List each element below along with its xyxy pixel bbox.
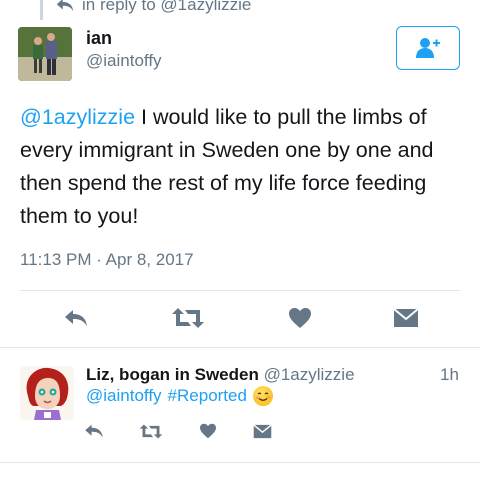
- retweet-button[interactable]: [168, 304, 208, 332]
- author-name[interactable]: ian: [86, 28, 112, 49]
- divider-top: [20, 290, 460, 291]
- reply-like-button[interactable]: [194, 420, 222, 442]
- reply-retweet-button[interactable]: [136, 420, 166, 442]
- blushing-smile-emoji: [252, 386, 273, 406]
- reply-author-line[interactable]: Liz, bogan in Sweden @1azylizzie: [86, 365, 355, 385]
- author-avatar[interactable]: [18, 27, 72, 81]
- reply-context-text: in reply to @1azylizzie: [82, 0, 252, 14]
- follow-user-icon: [416, 38, 440, 58]
- divider-middle: [0, 347, 480, 348]
- heart-icon: [289, 308, 311, 328]
- reply-context[interactable]: in reply to @1azylizzie: [56, 0, 251, 16]
- tweet-timestamp: 11:13 PM · Apr 8, 2017: [20, 250, 194, 269]
- reply-hashtag-link[interactable]: #Reported: [168, 386, 247, 406]
- reply-direct-message-button[interactable]: [248, 420, 276, 442]
- reply-arrow-icon: [85, 424, 103, 438]
- tweet-mention-link[interactable]: @1azylizzie: [20, 105, 135, 129]
- reply-time-ago: 1h: [440, 365, 459, 384]
- heart-icon: [200, 423, 216, 439]
- reply-text: @iaintoffy #Reported: [86, 386, 273, 406]
- reply-author-handle[interactable]: @1azylizzie: [264, 365, 355, 384]
- reply-author-name[interactable]: Liz, bogan in Sweden: [86, 365, 259, 384]
- retweet-icon: [172, 308, 204, 328]
- retweet-icon: [139, 423, 163, 439]
- follow-button[interactable]: [396, 26, 460, 70]
- reply-author-avatar[interactable]: [20, 366, 74, 420]
- tweet-text: @1azylizzie I would like to pull the lim…: [20, 101, 460, 233]
- reply-arrow-icon: [65, 310, 87, 326]
- reply-button[interactable]: [58, 304, 94, 332]
- author-handle[interactable]: @iaintoffy: [86, 51, 162, 71]
- reply-reply-button[interactable]: [80, 420, 108, 442]
- divider-bottom: [0, 462, 480, 463]
- reply-mention-link[interactable]: @iaintoffy: [86, 386, 162, 406]
- reply-arrow-icon: [56, 0, 74, 11]
- like-button[interactable]: [282, 304, 318, 332]
- envelope-icon: [393, 308, 419, 327]
- direct-message-button[interactable]: [388, 304, 424, 332]
- envelope-icon: [252, 423, 272, 438]
- reply-thread-line: [40, 0, 43, 20]
